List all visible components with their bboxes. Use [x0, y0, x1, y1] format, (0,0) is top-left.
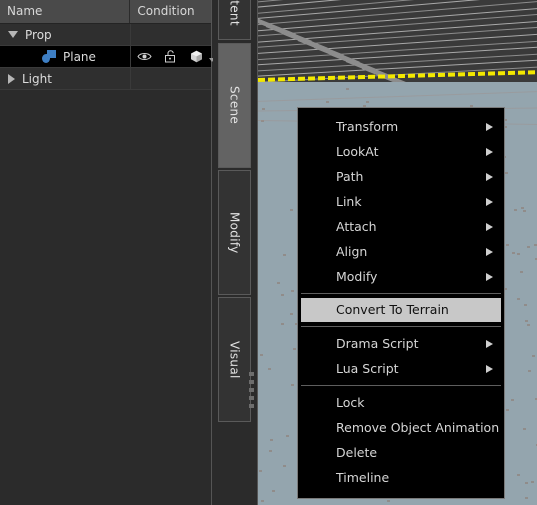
tree-item-light[interactable]: Light — [0, 68, 131, 89]
menu-item-link[interactable]: Link — [298, 189, 504, 214]
menu-item-convert-to-terrain[interactable]: Convert To Terrain — [301, 298, 501, 322]
tab-content[interactable]: Content — [218, 0, 251, 40]
menu-item-label: Transform — [336, 119, 399, 134]
table-row[interactable]: Plane — [0, 46, 215, 68]
menu-separator — [301, 385, 501, 386]
tab-label: Visual — [227, 340, 242, 379]
menu-item-label: Drama Script — [336, 336, 419, 351]
menu-item-transform[interactable]: Transform — [298, 114, 504, 139]
triangle-down-icon[interactable] — [8, 31, 18, 38]
tab-label: Modify — [227, 211, 242, 254]
tab-label: Content — [227, 0, 242, 26]
tree-item-plane[interactable]: Plane — [0, 46, 131, 67]
menu-item-label: Path — [336, 169, 364, 184]
panel-splitter-handle[interactable] — [249, 372, 255, 416]
tab-label: Scene — [227, 86, 242, 125]
menu-item-label: Remove Object Animation — [336, 420, 500, 435]
menu-separator — [301, 293, 501, 294]
submenu-arrow-icon — [486, 173, 493, 181]
menu-item-label: Delete — [336, 445, 378, 460]
tree-item-label: Plane — [63, 49, 96, 64]
submenu-arrow-icon — [486, 198, 493, 206]
menu-item-modify[interactable]: Modify — [298, 264, 504, 289]
submenu-arrow-icon — [486, 248, 493, 256]
row-condition-cell — [131, 46, 215, 67]
visibility-eye-icon[interactable] — [131, 51, 157, 62]
menu-item-delete[interactable]: Delete — [298, 440, 504, 465]
tree-item-label: Prop — [25, 27, 52, 42]
scene-outliner-panel: Name Condition Prop Plane Light — [0, 0, 215, 505]
row-condition-cell — [131, 24, 211, 45]
outliner-column-headers: Name Condition — [0, 0, 211, 24]
table-row[interactable]: Prop — [0, 24, 211, 46]
menu-item-label: Lock — [336, 395, 365, 410]
menu-item-label: Convert To Terrain — [336, 302, 449, 317]
menu-item-align[interactable]: Align — [298, 239, 504, 264]
plane-object-icon — [42, 50, 56, 63]
scene-tree: Prop Plane Light — [0, 24, 215, 90]
tree-item-prop[interactable]: Prop — [0, 24, 131, 45]
menu-item-timeline[interactable]: Timeline — [298, 465, 504, 490]
menu-item-label: Lua Script — [336, 361, 399, 376]
menu-item-label: Modify — [336, 269, 378, 284]
tab-scene[interactable]: Scene — [218, 43, 251, 168]
tree-item-label: Light — [22, 71, 52, 86]
menu-item-label: Timeline — [336, 470, 390, 485]
menu-item-lua-script[interactable]: Lua Script — [298, 356, 504, 381]
menu-item-lookat[interactable]: LookAt — [298, 139, 504, 164]
column-header-condition[interactable]: Condition — [130, 0, 211, 23]
submenu-arrow-icon — [486, 340, 493, 348]
context-menu[interactable]: Transform LookAt Path Link Attach Align Modify… — [297, 107, 505, 499]
vertical-tab-strip: Content Scene Modify Visual — [213, 0, 258, 505]
submenu-arrow-icon — [486, 223, 493, 231]
menu-item-label: Link — [336, 194, 362, 209]
table-row[interactable]: Light — [0, 68, 211, 90]
submenu-arrow-icon — [486, 148, 493, 156]
cube-icon[interactable] — [183, 50, 209, 63]
menu-item-label: Align — [336, 244, 368, 259]
menu-item-remove-object-animation[interactable]: Remove Object Animation — [298, 415, 504, 440]
menu-item-lock[interactable]: Lock — [298, 390, 504, 415]
column-header-name[interactable]: Name — [0, 0, 131, 23]
editor-window: Name Condition Prop Plane Light Content … — [0, 0, 537, 505]
menu-item-label: Attach — [336, 219, 377, 234]
menu-item-attach[interactable]: Attach — [298, 214, 504, 239]
triangle-right-icon[interactable] — [8, 73, 15, 84]
row-condition-cell — [131, 68, 211, 89]
menu-separator — [301, 326, 501, 327]
menu-item-label: LookAt — [336, 144, 379, 159]
unlocked-padlock-icon[interactable] — [157, 50, 183, 63]
submenu-arrow-icon — [486, 273, 493, 281]
menu-item-path[interactable]: Path — [298, 164, 504, 189]
tab-visual[interactable]: Visual — [218, 297, 251, 422]
submenu-arrow-icon — [486, 123, 493, 131]
menu-item-drama-script[interactable]: Drama Script — [298, 331, 504, 356]
tab-modify[interactable]: Modify — [218, 170, 251, 295]
submenu-arrow-icon — [486, 365, 493, 373]
